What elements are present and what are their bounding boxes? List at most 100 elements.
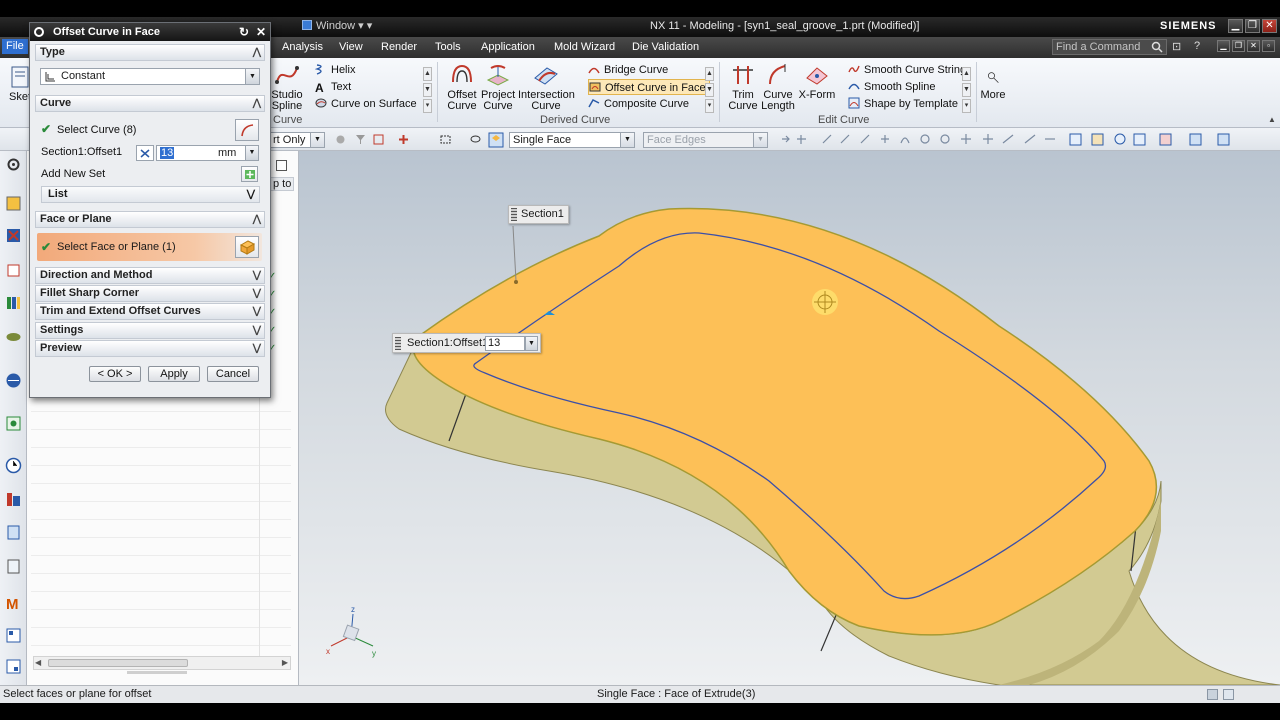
select-curve-button[interactable] <box>235 119 259 141</box>
horizontal-scrollbar[interactable]: ◀ ▶ <box>33 656 291 670</box>
chevron-down-icon[interactable]: ▼ <box>525 336 538 351</box>
settings-gear-icon[interactable] <box>5 156 22 173</box>
face-or-plane-section-header[interactable]: Face or Plane ⋀ <box>35 211 265 228</box>
edit-gallery-up[interactable]: ▲ <box>962 67 971 81</box>
edit-gallery-more[interactable]: ▾ <box>962 99 971 113</box>
x-form-button[interactable]: X-Form <box>798 62 836 101</box>
rectangle-select-icon[interactable] <box>440 134 451 145</box>
curve-on-surface-button[interactable]: Curve on Surface <box>315 96 417 112</box>
type-filter-combo[interactable]: rt Only ▼ <box>270 132 325 148</box>
menu-analysis[interactable]: Analysis <box>282 41 323 53</box>
offset-curve-in-face-button[interactable]: Offset Curve in Face <box>588 79 710 95</box>
add-selection-icon[interactable] <box>398 134 409 145</box>
smooth-spline-button[interactable]: Smooth Spline <box>848 79 936 95</box>
curve-gallery-up[interactable]: ▲ <box>423 67 432 81</box>
section1-tag[interactable]: Section1 <box>508 205 569 224</box>
type-select[interactable]: Constant ▼ <box>40 68 260 85</box>
select-face-row[interactable]: ✔ Select Face or Plane (1) <box>37 233 262 261</box>
offset-value-input[interactable]: 13 mm ▼ <box>156 145 259 161</box>
fillet-sharp-corner-header[interactable]: Fillet Sharp Corner ⋁ <box>35 285 265 302</box>
pane-resize-grip[interactable] <box>127 671 187 674</box>
select-curve-label[interactable]: Select Curve (8) <box>57 124 136 136</box>
system-scenes-icon[interactable] <box>5 627 22 644</box>
command-search-input[interactable]: Find a Command <box>1052 39 1167 55</box>
lasso-icon[interactable] <box>470 134 481 145</box>
minimize-button[interactable]: ▁ <box>1228 19 1243 33</box>
scroll-right-icon[interactable]: ▶ <box>282 658 288 667</box>
cancel-button[interactable]: Cancel <box>207 366 259 382</box>
list-section-header[interactable]: List ⋁ <box>41 186 260 203</box>
curve-gallery-down[interactable]: ▼ <box>423 83 432 97</box>
help-icon[interactable]: ? <box>1194 40 1200 52</box>
customize-icon[interactable]: ⊡ <box>1172 40 1181 53</box>
reuse-library-icon[interactable] <box>5 294 22 311</box>
doc-close-button[interactable]: ✕ <box>1247 40 1260 52</box>
status-full-screen-icon[interactable] <box>1223 689 1234 700</box>
edit-gallery-down[interactable]: ▼ <box>962 83 971 97</box>
web-browser-icon[interactable] <box>5 372 22 389</box>
assembly-navigator-icon[interactable] <box>5 227 22 244</box>
snap-point-icons[interactable] <box>779 133 1059 146</box>
menu-die-validation[interactable]: Die Validation <box>632 41 699 53</box>
preview-header[interactable]: Preview ⋁ <box>35 340 265 357</box>
role-icon[interactable]: M <box>5 594 22 611</box>
shape-by-template-button[interactable]: Shape by Template <box>848 96 958 112</box>
menu-file[interactable]: File <box>2 39 28 54</box>
add-new-set-button[interactable] <box>241 166 258 182</box>
curve-section-header[interactable]: Curve ⋀ <box>35 95 265 112</box>
view-tool-icons[interactable] <box>1068 132 1278 147</box>
menu-render[interactable]: Render <box>381 41 417 53</box>
derived-gallery-more[interactable]: ▾ <box>705 99 714 113</box>
derived-gallery-down[interactable]: ▼ <box>705 83 714 97</box>
select-gear-icon[interactable] <box>335 134 346 145</box>
face-rule-icon[interactable] <box>488 132 504 148</box>
scroll-left-icon[interactable]: ◀ <box>35 658 41 667</box>
menu-application[interactable]: Application <box>481 41 535 53</box>
process-studio-icon[interactable] <box>5 524 22 541</box>
composite-curve-button[interactable]: Composite Curve <box>588 96 689 112</box>
constraint-navigator-icon[interactable] <box>5 262 22 279</box>
more-button[interactable]: More <box>978 68 1008 101</box>
formula-button[interactable] <box>136 145 154 161</box>
curve-length-button[interactable]: Curve Length <box>761 62 795 112</box>
select-all-icon[interactable] <box>373 134 384 145</box>
ribbon-collapse-icon[interactable]: ▲ <box>1268 115 1276 124</box>
apply-button[interactable]: Apply <box>148 366 200 382</box>
reset-icon[interactable]: ↻ <box>239 23 249 41</box>
drag-handle-icon[interactable] <box>395 337 401 350</box>
intersection-curve-button[interactable]: Intersection Curve <box>518 62 575 112</box>
dialog-title-bar[interactable]: Offset Curve in Face ↻ ✕ <box>30 23 270 41</box>
helix-button[interactable]: Helix <box>315 62 355 78</box>
smooth-curve-string-button[interactable]: Smooth Curve String <box>848 62 966 78</box>
studio-spline-button[interactable]: Studio Spline <box>270 62 304 112</box>
system-materials-icon[interactable] <box>5 491 22 508</box>
select-face-button[interactable] <box>235 236 259 258</box>
offset-screen-input[interactable]: Section1:Offset1 13 ▼ <box>392 333 541 353</box>
drag-handle-icon[interactable] <box>511 208 517 221</box>
menu-mold-wizard[interactable]: Mold Wizard <box>554 41 615 53</box>
graphics-window[interactable]: z y x Section1 Section1:Offset1 13 ▼ <box>299 151 1280 685</box>
navigator-column-header[interactable]: p to <box>270 177 295 191</box>
navigator-pane-checkbox[interactable] <box>276 160 287 171</box>
menu-view[interactable]: View <box>339 41 363 53</box>
bridge-curve-button[interactable]: Bridge Curve <box>588 62 668 78</box>
manufacturing-wizard-icon[interactable] <box>5 558 22 575</box>
trim-curve-button[interactable]: Trim Curve <box>726 62 760 112</box>
status-window-icon[interactable] <box>1207 689 1218 700</box>
offset-tag-value-field[interactable]: 13 <box>485 336 525 351</box>
ok-button[interactable]: < OK > <box>89 366 141 382</box>
doc-restore-button[interactable]: ❐ <box>1232 40 1245 52</box>
type-section-header[interactable]: Type ⋀ <box>35 44 265 61</box>
derived-gallery-up[interactable]: ▲ <box>705 67 714 81</box>
search-icon[interactable] <box>1151 41 1163 53</box>
filter-icon[interactable] <box>355 134 366 145</box>
close-icon[interactable]: ✕ <box>256 23 266 41</box>
direction-and-method-header[interactable]: Direction and Method ⋁ <box>35 267 265 284</box>
curve-gallery-more[interactable]: ▾ <box>423 99 432 113</box>
face-rule-combo[interactable]: Single Face ▼ <box>509 132 635 148</box>
hd3d-tools-icon[interactable] <box>5 328 22 345</box>
restore-button[interactable]: ❐ <box>1245 19 1260 33</box>
model-viewport[interactable]: z y x <box>299 151 1280 685</box>
close-window-button[interactable]: ✕ <box>1262 19 1277 33</box>
doc-extra-button[interactable]: ▫ <box>1262 40 1275 52</box>
